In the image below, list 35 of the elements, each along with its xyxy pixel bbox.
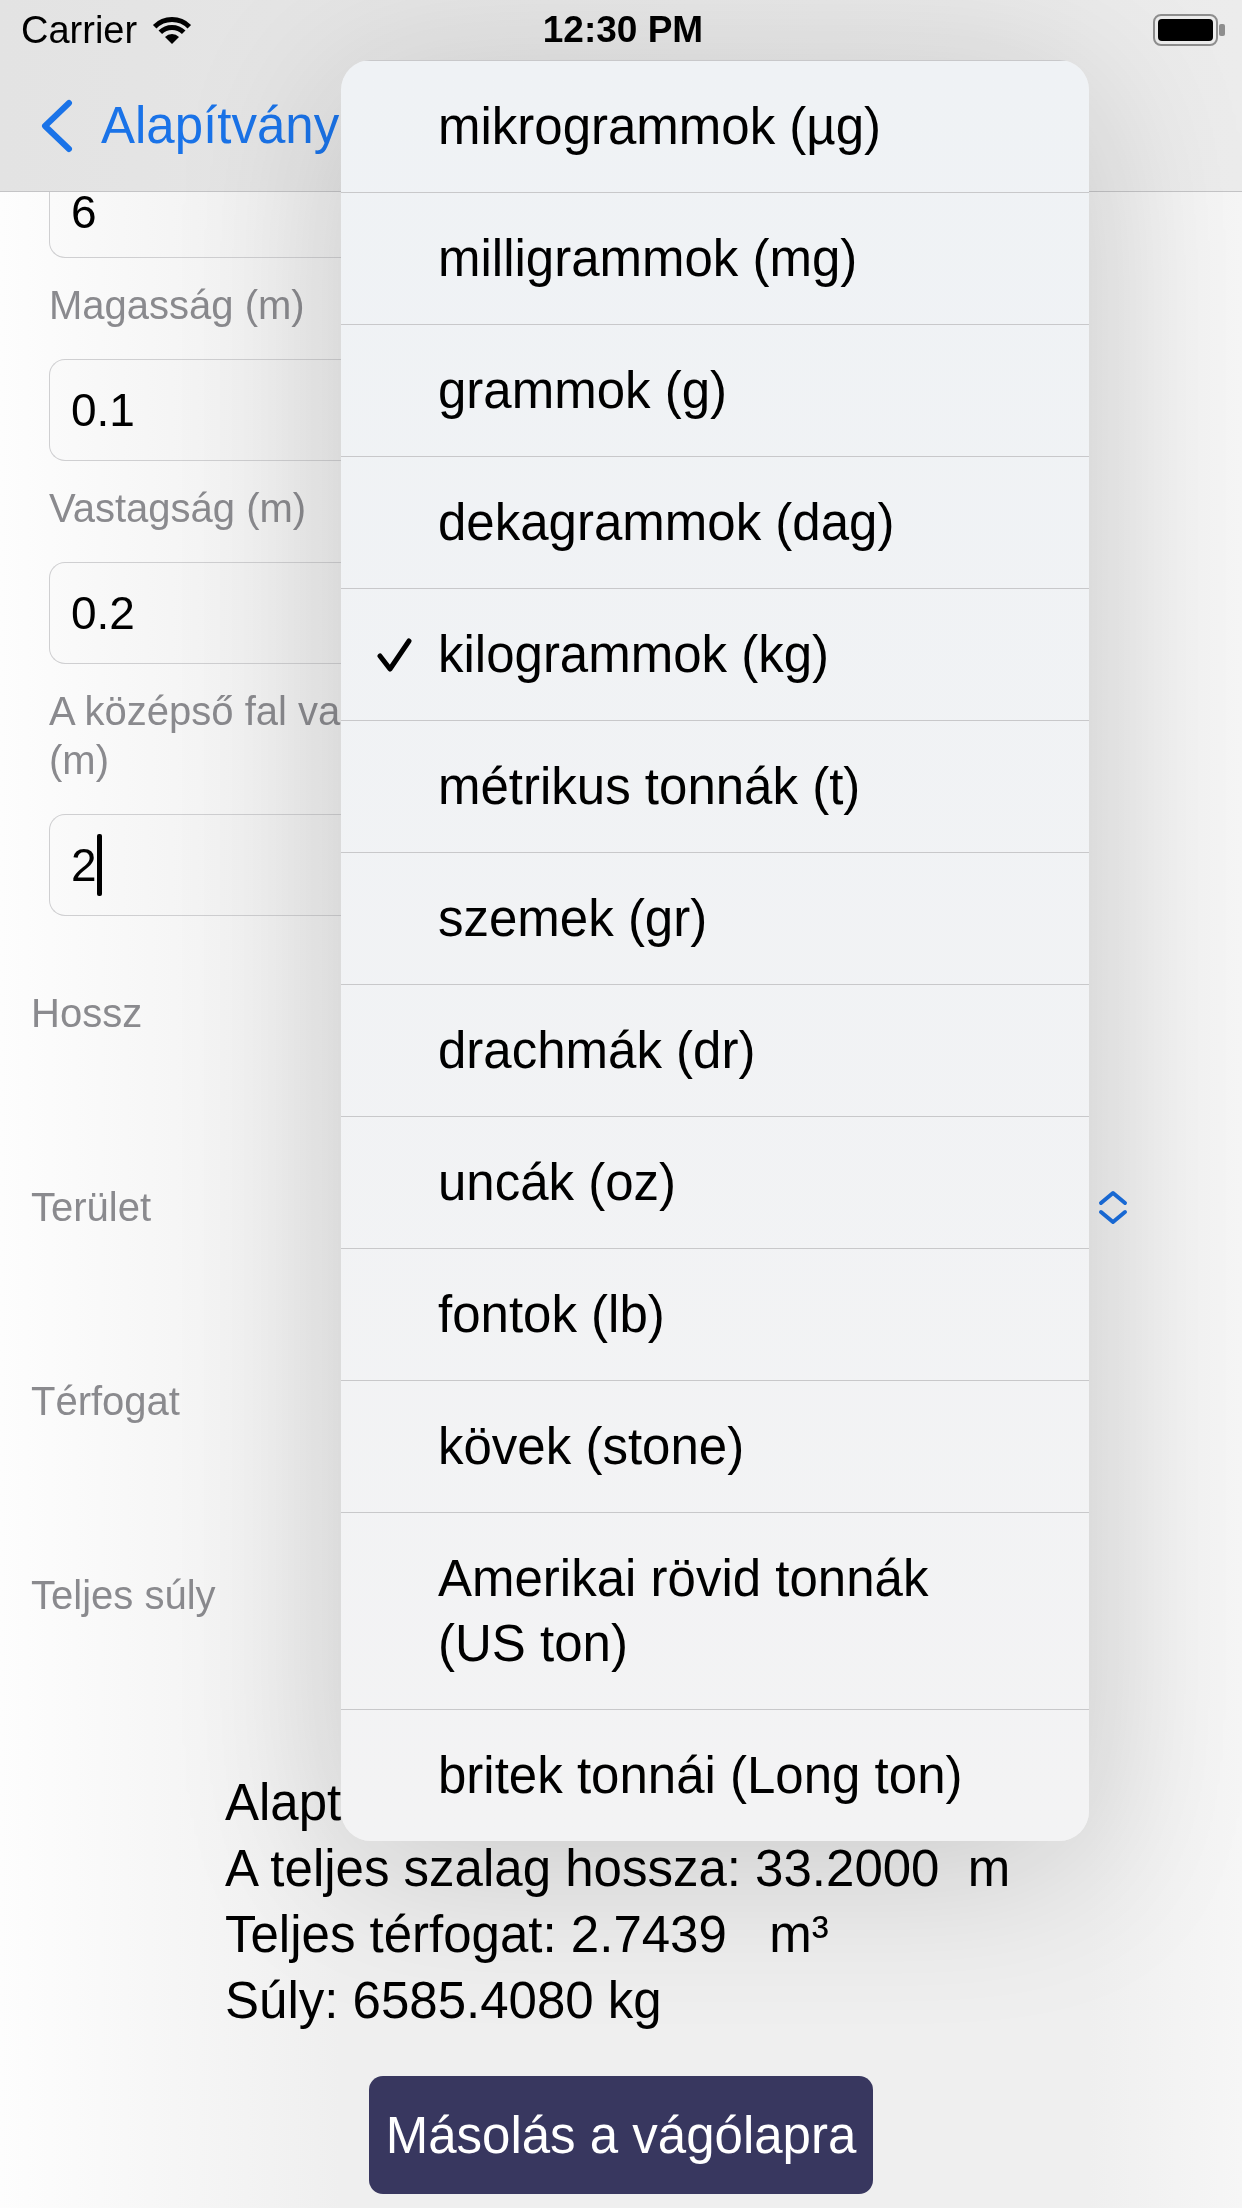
row-label: Teljes súly <box>31 1571 216 1619</box>
menu-item[interactable]: grammok (g) <box>341 324 1089 456</box>
time-label: 12:30 PM <box>542 9 704 51</box>
menu-item[interactable]: uncák (oz) <box>341 1116 1089 1248</box>
menu-item[interactable]: drachmák (dr) <box>341 984 1089 1116</box>
result-text: A teljes szalag hossza: 33.2000 m <box>225 1842 1011 1896</box>
result-text: Súly: 6585.4080 kg <box>225 1974 662 2028</box>
row-label: Terület <box>31 1183 152 1231</box>
text-field[interactable]: 0.2 <box>49 562 341 664</box>
field-label: Magasság (m) <box>49 282 305 329</box>
menu-item[interactable]: métrikus tonnák (t) <box>341 720 1089 852</box>
menu-item[interactable]: dekagrammok (dag) <box>341 456 1089 588</box>
menu-item[interactable]: kilogrammok (kg) <box>341 588 1089 720</box>
text-field[interactable]: 0.1 <box>49 359 341 461</box>
menu-item[interactable]: milligrammok (mg) <box>341 192 1089 324</box>
battery-icon <box>1153 14 1225 46</box>
menu-item[interactable]: szemek (gr) <box>341 852 1089 984</box>
menu-item[interactable]: kövek (stone) <box>341 1380 1089 1512</box>
result-text: Alapt <box>225 1776 342 1830</box>
text-field[interactable]: 6 <box>49 192 341 258</box>
menu-item[interactable]: mikrogrammok (µg) <box>341 60 1089 192</box>
carrier-label: Carrier <box>21 8 138 52</box>
row-label: Térfogat <box>31 1377 180 1425</box>
menu-item[interactable]: britek tonnái (Long ton) <box>341 1709 1089 1841</box>
menu-item[interactable]: Amerikai rövid tonnák (US ton) <box>341 1512 1089 1709</box>
row-label: Hossz <box>31 989 143 1037</box>
back-button[interactable]: Alapítvány <box>38 95 340 156</box>
up-down-chevron-icon[interactable] <box>1098 1189 1128 1225</box>
field-label: A középső fal va (m) <box>49 688 341 784</box>
copy-to-clipboard-button[interactable]: Másolás a vágólapra <box>368 2076 874 2194</box>
menu-item[interactable]: fontok (lb) <box>341 1248 1089 1380</box>
text-field[interactable]: 2 <box>49 814 341 916</box>
result-text: Teljes térfogat: 2.7439 m³ <box>225 1908 829 1962</box>
field-label: Vastagság (m) <box>49 485 307 532</box>
wifi-icon <box>152 15 193 45</box>
